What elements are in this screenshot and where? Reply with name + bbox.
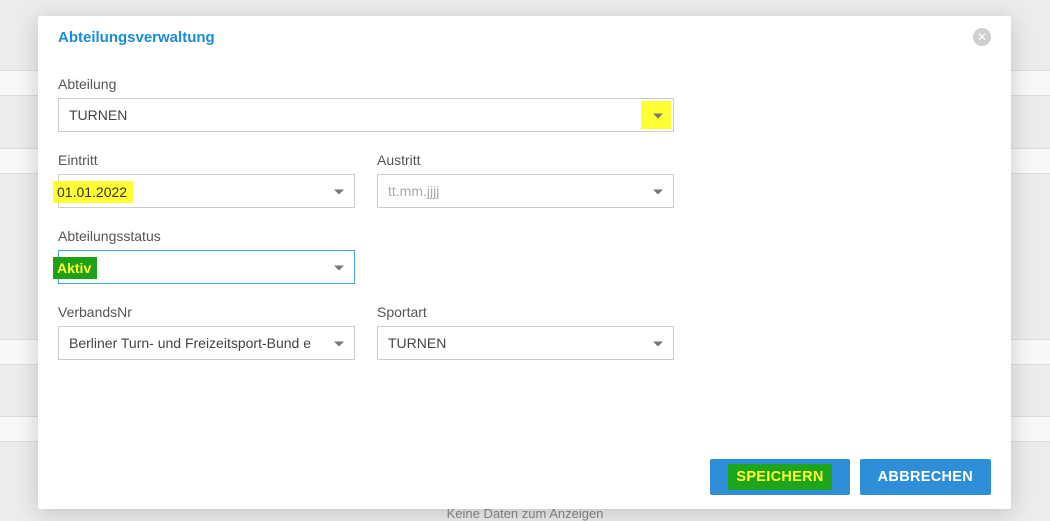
modal-abteilungsverwaltung: Abteilungsverwaltung ✕ Abteilung TURNEN …	[38, 16, 1011, 509]
date-eintritt[interactable]: 01.01.2022	[58, 174, 355, 208]
label-sportart: Sportart	[377, 304, 674, 320]
modal-header: Abteilungsverwaltung ✕	[38, 16, 1011, 52]
modal-footer: SPEICHERN ABBRECHEN	[710, 459, 991, 495]
chevron-down-icon	[653, 190, 663, 195]
select-verbandsnr[interactable]: Berliner Turn- und Freizeitsport-Bund e	[58, 326, 355, 360]
chevron-down-icon	[653, 342, 663, 347]
label-eintritt: Eintritt	[58, 152, 355, 168]
field-austritt: Austritt tt.mm.jjjj	[377, 152, 674, 208]
select-sportart-value: TURNEN	[388, 335, 446, 351]
cancel-button-label: ABBRECHEN	[878, 469, 973, 485]
select-abteilung[interactable]: TURNEN	[58, 98, 674, 132]
highlight-caret	[641, 101, 671, 129]
date-eintritt-value: 01.01.2022	[53, 181, 133, 203]
save-button[interactable]: SPEICHERN	[710, 459, 849, 495]
field-sportart: Sportart TURNEN	[377, 304, 674, 360]
chevron-down-icon	[334, 266, 344, 271]
select-status[interactable]: Aktiv	[58, 250, 355, 284]
modal-body: Abteilung TURNEN Eintritt 01.01.2022 A	[38, 52, 1011, 360]
select-abteilung-value: TURNEN	[69, 107, 127, 123]
chevron-down-icon	[653, 114, 663, 119]
date-austritt-placeholder: tt.mm.jjjj	[388, 183, 439, 199]
date-austritt[interactable]: tt.mm.jjjj	[377, 174, 674, 208]
chevron-down-icon	[334, 342, 344, 347]
label-austritt: Austritt	[377, 152, 674, 168]
cancel-button[interactable]: ABBRECHEN	[860, 459, 991, 495]
label-verbandsnr: VerbandsNr	[58, 304, 355, 320]
field-status: Abteilungsstatus Aktiv	[58, 228, 355, 284]
field-eintritt: Eintritt 01.01.2022	[58, 152, 355, 208]
select-sportart[interactable]: TURNEN	[377, 326, 674, 360]
select-status-value: Aktiv	[53, 257, 97, 279]
label-abteilung: Abteilung	[58, 76, 674, 92]
close-icon[interactable]: ✕	[973, 28, 991, 46]
select-verbandsnr-value: Berliner Turn- und Freizeitsport-Bund e	[69, 335, 311, 351]
chevron-down-icon	[334, 190, 344, 195]
label-status: Abteilungsstatus	[58, 228, 355, 244]
field-verbandsnr: VerbandsNr Berliner Turn- und Freizeitsp…	[58, 304, 355, 360]
modal-title: Abteilungsverwaltung	[58, 29, 215, 46]
save-button-label: SPEICHERN	[728, 464, 831, 490]
field-abteilung: Abteilung TURNEN	[58, 76, 674, 132]
